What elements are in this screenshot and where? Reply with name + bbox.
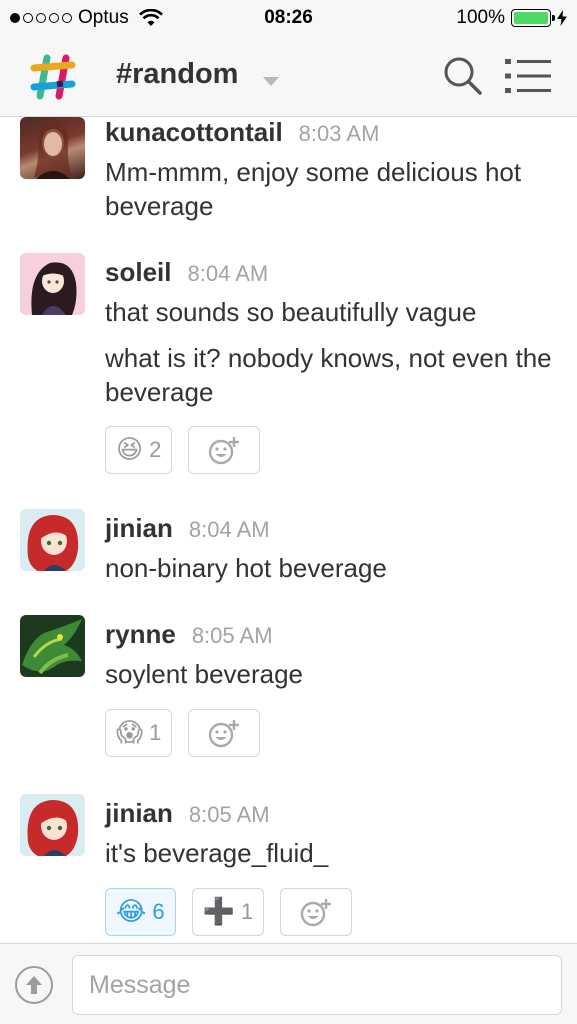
message-meta: rynne 8:05 AM: [105, 619, 273, 650]
message-text: soylent beverage: [105, 659, 304, 689]
laughing-emoji-icon: 😆: [116, 435, 144, 465]
heavy-plus-emoji-icon: ➕: [202, 897, 236, 927]
reaction-count: 6: [152, 899, 165, 924]
upload-button[interactable]: [15, 966, 53, 1004]
add-reaction-icon: [209, 437, 240, 465]
joy-emoji-icon: 😂: [116, 897, 147, 927]
reaction-count: 1: [149, 720, 162, 745]
arrow-up-icon: [26, 976, 42, 994]
message-list[interactable]: kunacottontail 8:03 AM Mm-mmm, enjoy som…: [0, 117, 577, 943]
message-text: that sounds so beautifully vague: [105, 297, 477, 327]
message-timestamp: 8:03 AM: [298, 121, 380, 146]
reaction-scream[interactable]: 😱 1: [105, 709, 173, 757]
add-reaction-button[interactable]: [280, 888, 353, 936]
avatar[interactable]: [20, 509, 85, 571]
message-meta: jinian 8:05 AM: [105, 798, 270, 829]
slack-logo-icon[interactable]: [28, 52, 78, 102]
reaction-bar: 😱 1: [105, 709, 261, 757]
battery-level-fill: [514, 12, 548, 24]
scream-emoji-icon: 😱: [116, 718, 144, 748]
message-meta: soleil 8:04 AM: [105, 257, 268, 288]
status-right: 100%: [456, 7, 567, 29]
message-author[interactable]: soleil: [105, 257, 171, 288]
channel-header: #random: [0, 38, 577, 117]
message-meta: jinian 8:04 AM: [105, 513, 270, 544]
message-timestamp: 8:04 AM: [188, 517, 270, 542]
add-reaction-button[interactable]: [188, 709, 261, 757]
avatar[interactable]: [20, 615, 85, 677]
message-text: Mm-mmm, enjoy some delicious hot beverag…: [105, 157, 522, 221]
message-timestamp: 8:05 AM: [191, 623, 273, 648]
message-author[interactable]: jinian: [105, 513, 173, 544]
message-author[interactable]: kunacottontail: [105, 117, 283, 148]
chevron-down-icon[interactable]: [263, 77, 279, 86]
add-reaction-button[interactable]: [188, 426, 261, 474]
reaction-count: 2: [149, 437, 162, 462]
message-timestamp: 8:04 AM: [187, 261, 269, 286]
message-meta: kunacottontail 8:03 AM: [105, 117, 379, 148]
message-text: what is it? nobody knows, not even the b…: [105, 343, 552, 407]
reaction-joy[interactable]: 😂 6: [105, 888, 176, 936]
add-reaction-icon: [209, 720, 240, 748]
battery-percent: 100%: [456, 7, 505, 28]
message-composer: [0, 943, 577, 1024]
charging-bolt-icon: [557, 10, 567, 26]
channel-menu-list-icon[interactable]: [505, 58, 551, 94]
search-icon[interactable]: [443, 56, 483, 96]
message-input[interactable]: [72, 955, 562, 1015]
message-text: it's beverage_fluid_: [105, 838, 329, 868]
reaction-count: 1: [241, 899, 254, 924]
channel-title[interactable]: #random: [116, 58, 238, 91]
avatar[interactable]: [20, 794, 85, 856]
message-timestamp: 8:05 AM: [188, 802, 270, 827]
battery-icon: [511, 9, 555, 27]
reaction-laughing[interactable]: 😆 2: [105, 426, 173, 474]
avatar[interactable]: [20, 117, 85, 179]
add-reaction-icon: [301, 899, 332, 927]
avatar[interactable]: [20, 253, 85, 315]
message-author[interactable]: jinian: [105, 798, 173, 829]
reaction-bar: 😂 6 ➕ 1: [105, 888, 353, 936]
reaction-heavy-plus[interactable]: ➕ 1: [191, 888, 265, 936]
message-text: non-binary hot beverage: [105, 553, 387, 583]
status-bar: Optus 08:26 100%: [0, 0, 577, 38]
reaction-bar: 😆 2: [105, 426, 261, 474]
message-author[interactable]: rynne: [105, 619, 176, 650]
